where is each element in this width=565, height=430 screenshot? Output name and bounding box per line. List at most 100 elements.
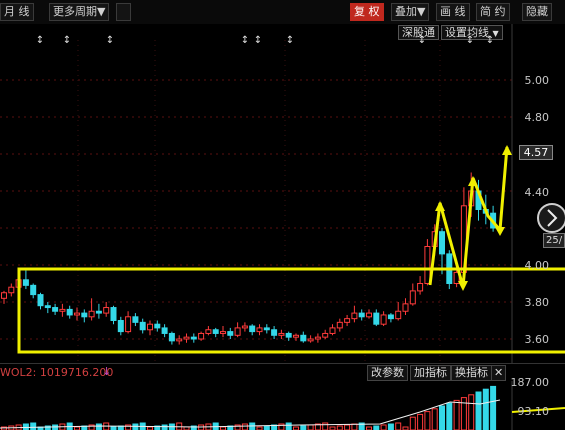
- date-side-label: 25/: [543, 233, 565, 248]
- candle-body: [8, 286, 15, 294]
- candle-body: [227, 331, 234, 336]
- add-indicator-button[interactable]: 加指标: [410, 365, 451, 381]
- candle-body: [322, 332, 329, 338]
- candle-body: [285, 332, 292, 338]
- candle-body: [168, 332, 175, 342]
- candle-body: [154, 323, 161, 329]
- info-mark-icon: ↕: [63, 35, 71, 46]
- down-arrow-icon: ↓: [102, 365, 112, 378]
- info-mark-icon: ↕: [486, 35, 494, 46]
- highlight-box: [17, 267, 565, 354]
- volume-indicator-label: WOL2: 1019716.200: [0, 366, 114, 379]
- info-mark-icon: ↕: [241, 35, 249, 46]
- volume-bar: [395, 422, 402, 430]
- candle-body: [161, 327, 168, 334]
- volume-bar: [387, 423, 394, 430]
- volume-bar: [125, 424, 132, 430]
- price-tick: 3.80: [524, 296, 550, 309]
- price-tick: 5.00: [524, 74, 550, 87]
- volume-tick: 93.10: [517, 405, 550, 418]
- volume-bar: [351, 423, 358, 430]
- volume-bar: [322, 422, 329, 430]
- volume-bar: [30, 422, 37, 430]
- price-tick: 3.60: [524, 333, 550, 346]
- volume-bar: [373, 425, 380, 430]
- price-tick: 4.00: [524, 259, 550, 272]
- volume-bar: [249, 422, 256, 430]
- candle-body: [52, 307, 59, 312]
- candle-body: [314, 336, 321, 340]
- candle-body: [139, 321, 146, 331]
- candle-body: [66, 308, 73, 316]
- volume-bar: [431, 408, 438, 430]
- candle-body: [44, 305, 51, 309]
- volume-bar: [336, 425, 343, 430]
- close-icon[interactable]: ✕: [491, 365, 506, 381]
- info-mark-icon: ↕: [418, 35, 426, 46]
- candle-body: [351, 312, 358, 320]
- price-tick: 4.80: [524, 111, 550, 124]
- candle-body: [256, 327, 263, 333]
- volume-bar: [132, 423, 139, 430]
- candle-body: [183, 336, 190, 340]
- volume-bar: [241, 423, 248, 430]
- volume-bar: [468, 394, 475, 430]
- volume-bar: [439, 405, 445, 430]
- info-mark-icon: ↕: [466, 35, 474, 46]
- candle-body: [336, 321, 343, 329]
- candle-body: [132, 316, 139, 323]
- volume-bar: [380, 424, 387, 430]
- candle-body: [387, 314, 394, 320]
- info-mark-icon: ↕: [254, 35, 262, 46]
- candle-body: [439, 231, 445, 255]
- candle-body: [1, 292, 7, 299]
- volume-bar: [198, 424, 205, 430]
- volume-bar: [52, 424, 59, 430]
- candle-body: [198, 332, 205, 340]
- volume-bar: [263, 425, 270, 430]
- candle-body: [95, 310, 102, 314]
- next-chevron-icon: [537, 203, 565, 233]
- volume-tick: 187.00: [510, 376, 550, 389]
- arrow-head: [435, 201, 445, 211]
- candle-body: [329, 327, 336, 334]
- volume-bar: [285, 422, 292, 430]
- candle-body: [344, 318, 351, 323]
- candle-body: [212, 329, 219, 334]
- candle-body: [88, 310, 95, 318]
- candle-body: [117, 320, 124, 333]
- candle-body: [307, 338, 314, 342]
- candle-body: [176, 338, 183, 342]
- arrow-head: [458, 281, 468, 291]
- volume-bar: [482, 388, 489, 430]
- switch-indicator-button[interactable]: 换指标: [451, 365, 492, 381]
- candle-body: [30, 284, 37, 296]
- current-price-tag: 4.57: [519, 145, 553, 160]
- candle-body: [190, 336, 197, 340]
- volume-bar: [417, 413, 424, 430]
- candle-body: [402, 303, 409, 312]
- candle-body: [234, 327, 241, 336]
- volume-bar: [409, 416, 416, 430]
- candle-body: [358, 312, 365, 318]
- candle-body: [293, 334, 299, 338]
- candle-body: [220, 331, 226, 334]
- volume-bar: [300, 425, 307, 430]
- candle-body: [395, 310, 402, 320]
- candle-body: [271, 329, 278, 336]
- candle-body: [110, 307, 117, 321]
- candle-body: [249, 325, 256, 333]
- volume-bar: [475, 391, 482, 430]
- volume-bar: [161, 424, 168, 430]
- volume-bar: [453, 399, 460, 430]
- volume-bar: [490, 385, 497, 430]
- arrow-head: [502, 145, 512, 155]
- candle-body: [417, 283, 424, 292]
- volume-bar: [344, 424, 351, 430]
- candle-body: [59, 308, 66, 312]
- volume-bar: [424, 411, 431, 430]
- change-params-button[interactable]: 改参数: [367, 365, 408, 381]
- candle-body: [409, 290, 416, 305]
- candle-body: [37, 294, 44, 307]
- candle-body: [373, 312, 380, 325]
